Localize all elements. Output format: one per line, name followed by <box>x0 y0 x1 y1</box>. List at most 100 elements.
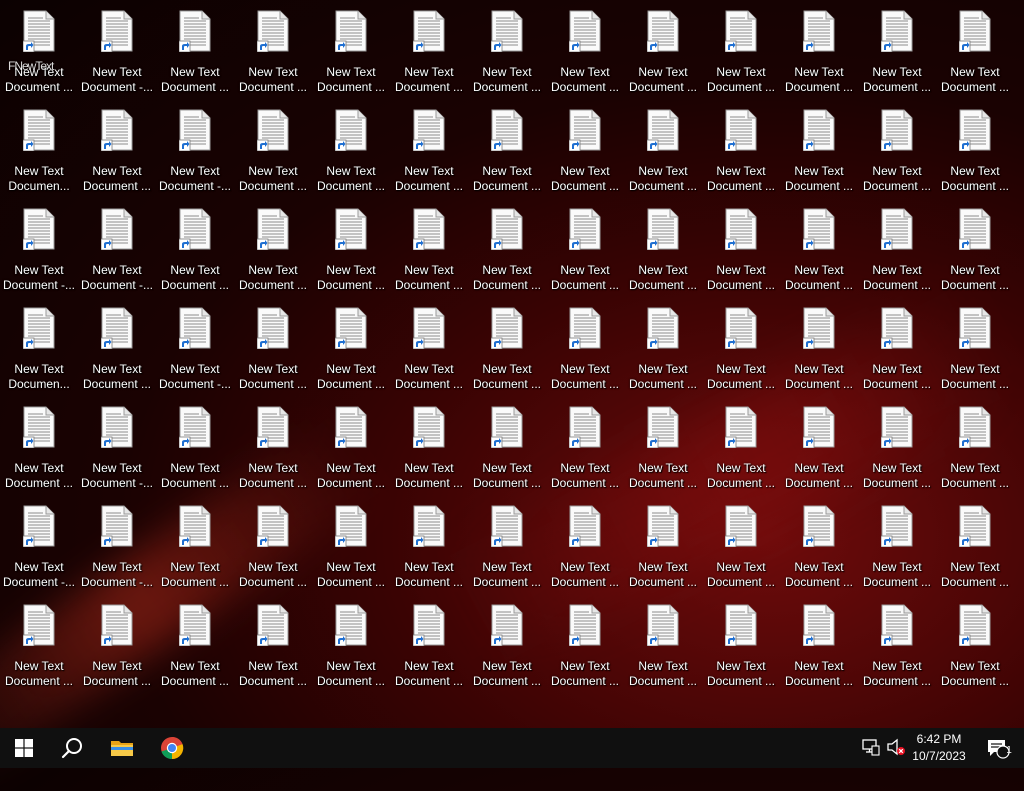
desktop-icon-text-document[interactable]: New Text Document ... <box>626 306 700 400</box>
desktop-icon-text-document[interactable]: New Text Document -... <box>80 207 154 301</box>
desktop-icon-text-document[interactable]: New Text Document ... <box>626 504 700 598</box>
desktop-icon-text-document[interactable]: New Text Document ... <box>782 207 856 301</box>
desktop-icon-text-document[interactable]: New Text Document ... <box>158 9 232 103</box>
desktop-icon-text-document[interactable]: New Text Document ... <box>548 504 622 598</box>
desktop-icon-text-document[interactable]: New Text Document ... <box>236 405 310 499</box>
desktop-icon-text-document[interactable]: New Text Document ... <box>236 603 310 697</box>
desktop-icon-text-document[interactable]: New Text Document ... <box>782 306 856 400</box>
desktop-icon-text-document[interactable]: New Text Document ... <box>158 207 232 301</box>
desktop-icon-text-document[interactable]: New Text Document ... <box>236 504 310 598</box>
desktop-icon-text-document[interactable]: New Text Document ... <box>314 603 388 697</box>
desktop-icon-text-document[interactable]: New Text Document ... <box>392 108 466 202</box>
desktop-icon-text-document[interactable]: New Text Document ... <box>938 9 1012 103</box>
desktop-icon-text-document[interactable]: New Text Document ... <box>860 504 934 598</box>
desktop-icon-text-document[interactable]: New Text Document ... <box>782 108 856 202</box>
desktop-icon-text-document[interactable]: New Text Document -... <box>80 504 154 598</box>
desktop-icon-text-document[interactable]: New Text Document -... <box>2 504 76 598</box>
desktop-icon-text-document[interactable]: New Text Document ... <box>704 108 778 202</box>
desktop-icon-text-document[interactable]: New Text Document ... <box>314 9 388 103</box>
desktop-icon-text-document[interactable]: New Text Document ... <box>392 603 466 697</box>
desktop-icon-text-document[interactable]: New Text Document -... <box>80 9 154 103</box>
desktop-icon-text-document[interactable]: New Text Document ... <box>314 504 388 598</box>
desktop-icon-text-document[interactable]: New Text Document ... <box>236 9 310 103</box>
desktop-icon-text-document[interactable]: New Text Document ... <box>938 306 1012 400</box>
desktop-icon-text-document[interactable]: New Text Documen... <box>2 306 76 400</box>
desktop-icon-text-document[interactable]: New Text Document ... <box>938 405 1012 499</box>
desktop-icon-text-document[interactable]: New Text Document ... <box>938 603 1012 697</box>
desktop-icon-text-document[interactable]: New Text Document -... <box>158 306 232 400</box>
desktop-icon-text-document[interactable]: New Text Document ... <box>626 603 700 697</box>
desktop-icon-text-document[interactable]: New Text Document ... <box>470 9 544 103</box>
desktop-icon-text-document[interactable]: New Text Document ... <box>236 207 310 301</box>
desktop-icon-text-document[interactable]: New Text Document ... <box>548 306 622 400</box>
volume-tray-button[interactable] <box>886 738 906 761</box>
desktop-icon-text-document[interactable]: New Text Document ... <box>860 9 934 103</box>
desktop-icon-text-document[interactable]: New Text Document ... <box>938 504 1012 598</box>
desktop-icon-label-line1: New Text <box>794 659 844 673</box>
desktop-icon-text-document[interactable]: New Text Document ... <box>704 207 778 301</box>
desktop-icon-text-document[interactable]: New Text Document ... <box>860 306 934 400</box>
desktop-icon-text-document[interactable]: New Text Document ... <box>782 603 856 697</box>
desktop-icon-text-document[interactable]: New Text Document ... <box>392 207 466 301</box>
desktop-icon-text-document[interactable]: New Text Document ... <box>236 306 310 400</box>
desktop-icon-text-document[interactable]: New Text Document ... <box>314 306 388 400</box>
desktop-icon-text-document[interactable]: New Text Document ... <box>236 108 310 202</box>
desktop-icon-text-document[interactable]: New Text Document ... <box>80 603 154 697</box>
network-tray-button[interactable] <box>862 738 880 761</box>
desktop-icon-text-document[interactable]: New Text Document ... <box>860 405 934 499</box>
desktop-icon-text-document[interactable]: New Text Document ... <box>158 603 232 697</box>
desktop-icon-text-document[interactable]: New Text Document ... <box>392 9 466 103</box>
desktop-icon-text-document[interactable]: New Text Document ... <box>548 405 622 499</box>
desktop-icon-text-document[interactable]: New Text Document ... <box>626 405 700 499</box>
desktop-icon-text-document[interactable]: New Text Document ... <box>392 306 466 400</box>
desktop-icon-text-document[interactable]: New Text Document ... <box>626 207 700 301</box>
desktop-icon-text-document[interactable]: New Text Document ... <box>80 306 154 400</box>
clock[interactable]: 6:42 PM 10/7/2023 <box>908 731 970 765</box>
desktop-icon-text-document[interactable]: New Text Document ... <box>470 405 544 499</box>
desktop-icon-text-document[interactable]: New Text Document ... <box>158 405 232 499</box>
desktop-icon-text-document[interactable]: New Text Document ... <box>2 603 76 697</box>
start-button[interactable] <box>0 728 48 768</box>
desktop-icon-text-document[interactable]: New Text Document ... <box>2 405 76 499</box>
desktop-icon-text-document[interactable]: New Text Document ... <box>158 504 232 598</box>
desktop-icon-text-document[interactable]: New Text Document ... <box>704 603 778 697</box>
desktop-icon-text-document[interactable]: New Text Document -... <box>158 108 232 202</box>
desktop-icon-text-document[interactable]: New Text Document ... <box>782 9 856 103</box>
desktop-icon-text-document[interactable]: New Text Document ... <box>704 9 778 103</box>
desktop-icon-text-document[interactable]: New Text Document ... <box>704 306 778 400</box>
desktop-icon-text-document[interactable]: New Text Document ... <box>548 108 622 202</box>
desktop-icon-text-document[interactable]: New Text Document ... <box>548 9 622 103</box>
desktop-icon-text-document[interactable]: New Text Document ... <box>626 9 700 103</box>
chrome-button[interactable] <box>148 728 196 768</box>
notification-center-button[interactable]: 1 <box>976 728 1020 768</box>
desktop-icon-text-document[interactable]: New Text Document ... <box>860 207 934 301</box>
desktop-icon-text-document[interactable]: New Text Document ... <box>470 306 544 400</box>
desktop-icon-text-document[interactable]: New Text Document ... <box>392 405 466 499</box>
desktop-icon-text-document[interactable]: New Text Document ... <box>548 603 622 697</box>
desktop-icon-text-document[interactable]: New Text Document ... <box>704 405 778 499</box>
desktop-icon-text-document[interactable]: New Text Document ... <box>548 207 622 301</box>
desktop-icon-text-document[interactable]: New Text Document ... <box>80 108 154 202</box>
desktop-icon-text-document[interactable]: New Text Document ... <box>860 108 934 202</box>
desktop-icon-text-document[interactable]: New Text Document ... <box>782 405 856 499</box>
desktop-icon-text-document[interactable]: New Text Document ... <box>938 108 1012 202</box>
desktop-icon-text-document[interactable]: New Text Document ... FNewText <box>2 9 76 103</box>
desktop-icon-text-document[interactable]: New Text Documen... <box>2 108 76 202</box>
desktop-icon-text-document[interactable]: New Text Document ... <box>470 504 544 598</box>
desktop-icon-text-document[interactable]: New Text Document ... <box>314 405 388 499</box>
desktop-icon-text-document[interactable]: New Text Document ... <box>470 207 544 301</box>
desktop-icon-text-document[interactable]: New Text Document ... <box>938 207 1012 301</box>
desktop-icon-text-document[interactable]: New Text Document ... <box>314 108 388 202</box>
desktop-icon-text-document[interactable]: New Text Document ... <box>470 108 544 202</box>
desktop-icon-text-document[interactable]: New Text Document ... <box>704 504 778 598</box>
desktop-icon-text-document[interactable]: New Text Document ... <box>470 603 544 697</box>
desktop-icon-text-document[interactable]: New Text Document ... <box>782 504 856 598</box>
desktop-icon-text-document[interactable]: New Text Document ... <box>626 108 700 202</box>
desktop-icon-text-document[interactable]: New Text Document -... <box>80 405 154 499</box>
search-button[interactable] <box>48 728 96 768</box>
file-explorer-button[interactable] <box>98 728 146 768</box>
desktop-icon-text-document[interactable]: New Text Document ... <box>392 504 466 598</box>
desktop-icon-text-document[interactable]: New Text Document ... <box>314 207 388 301</box>
desktop-icon-text-document[interactable]: New Text Document -... <box>2 207 76 301</box>
desktop-icon-text-document[interactable]: New Text Document ... <box>860 603 934 697</box>
